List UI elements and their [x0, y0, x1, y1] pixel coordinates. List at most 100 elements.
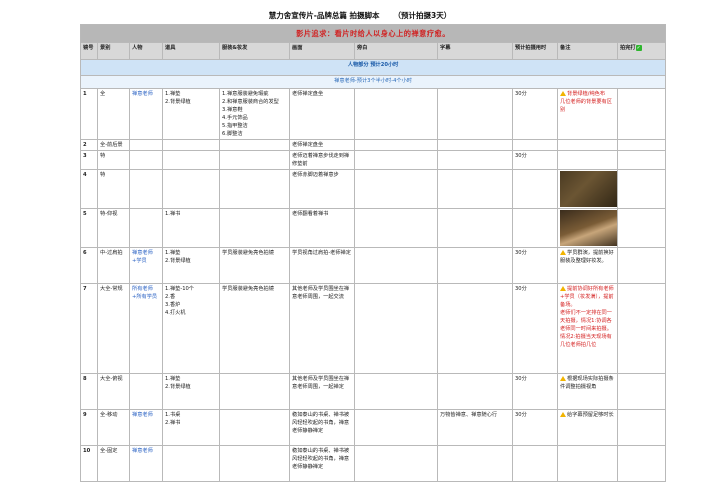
header-cell: 人物 [129, 42, 163, 60]
cell-done[interactable] [616, 283, 667, 374]
cell-note: 根据现场实际拍摄条件调整拍摄视角 [557, 373, 618, 410]
title-text: 慧力舍宣传片-品牌总篇 拍摄脚本 [268, 11, 380, 20]
cell-vo [354, 445, 438, 482]
table-row: 3 特 老师迈着禅意步伐走到禅修垫前 30分 [80, 150, 667, 170]
cell-props: 1.禅书 [162, 208, 220, 248]
table-row: 10 全-固定 禅意老师 稳如泰山的书桌、禅书被风轻轻吹起的书角，禅意老师静静禅定 [80, 445, 667, 482]
cell-shot: 全 [97, 88, 130, 140]
cell-vo [354, 373, 438, 410]
cell-props [162, 445, 220, 482]
cell-props [162, 139, 220, 151]
cell-sub [437, 373, 513, 410]
cell-scene: 老师禅定盘坐 [289, 88, 355, 140]
cell-sub [437, 283, 513, 374]
cell-shot: 全-移动 [97, 409, 130, 446]
header-row: 镜号 景别 人物 道具 服装&妆发 画面 旁白 字幕 预计拍摄用时 备注 拍完打… [80, 42, 667, 60]
table-row: 9 全-移动 禅意老师 1.书桌 2.禅书 稳如泰山的书桌、禅书被风轻轻吹起的书角，禅意老… [80, 409, 667, 446]
cell-note: 提前协调好所有老师+学员（妆发满），提前备场。 老师们不一定排在同一天拍摄，情况1… [557, 283, 618, 374]
cell-note [557, 208, 618, 248]
table-row: 2 全-前后景 老师禅定盘坐 [80, 139, 667, 151]
cell-sub: 万物皆禅意、禅意随心行 [437, 409, 513, 446]
cell-time [512, 139, 558, 151]
cell-time: 30分 [512, 409, 558, 446]
subsection-title: 禅意老师-预计3个半小时-4个小时 [79, 75, 667, 89]
cell-vo [354, 139, 438, 151]
cell-time [512, 445, 558, 482]
cell-props: 1.禅垫 2.背景绿植 [162, 88, 220, 140]
table-row: 6 中-过肩拍 禅意老师+学员 1.禅垫 2.背景绿植 学员服装避免亮色拍镜 学员视角过肩拍… [80, 247, 667, 284]
cell-time: 30分 [512, 373, 558, 410]
cell-vo [354, 208, 438, 248]
cell-sub [437, 445, 513, 482]
header-cell: 服装&妆发 [219, 42, 290, 60]
header-cell-done: 拍完打✓ [616, 42, 667, 60]
warning-icon [560, 91, 566, 96]
cell-time: 30分 [512, 283, 558, 374]
warning-icon [560, 412, 566, 417]
cell-done[interactable] [616, 445, 667, 482]
cell-scene: 老师翻看着禅书 [289, 208, 355, 248]
cell-props: 1.禅垫 2.背景绿植 [162, 373, 220, 410]
cell-done[interactable] [616, 373, 667, 410]
cell-person [129, 150, 163, 170]
cell-shot: 全-前后景 [97, 139, 130, 151]
cell-done[interactable] [616, 150, 667, 170]
header-cell: 画面 [289, 42, 355, 60]
cell-sub [437, 208, 513, 248]
cell-done[interactable] [616, 208, 667, 248]
header-cell: 镜号 [80, 42, 98, 60]
cell-shot: 大全-常规 [97, 283, 130, 374]
cell-costume: 学员服装避免亮色拍镜 [219, 247, 290, 284]
cell-done[interactable] [616, 409, 667, 446]
cell-no: 6 [80, 247, 98, 284]
table-row: 1 全禅意老师 1.禅垫 2.背景绿植 1.禅意服装避免瑕疵 2.和禅意服装商合的发型 3.… [80, 88, 667, 140]
cell-props: 1.禅垫-10个 2.香 3.香炉 4.打火机 [162, 283, 220, 374]
cell-no: 5 [80, 208, 98, 248]
cell-costume [219, 409, 290, 446]
cell-scene: 其他老师及学员围坐在禅意老师周围，一起交流 [289, 283, 355, 374]
cell-note [557, 169, 618, 209]
cell-done[interactable] [616, 247, 667, 284]
cell-time: 30分 [512, 150, 558, 170]
cell-sub [437, 169, 513, 209]
cell-no: 9 [80, 409, 98, 446]
cell-person: 禅意老师 [129, 409, 163, 446]
cell-done[interactable] [616, 139, 667, 151]
cell-shot: 全-固定 [97, 445, 130, 482]
warning-icon [560, 250, 566, 255]
cell-person: 禅意老师 [129, 88, 163, 140]
header-cell: 景别 [97, 42, 130, 60]
cell-props: 1.禅垫 2.背景绿植 [162, 247, 220, 284]
cell-sub [437, 139, 513, 151]
cell-sub [437, 88, 513, 140]
page: 慧力舍宣传片-品牌总篇 拍摄脚本 （预计拍摄3天） 影片追求：看片时给人以身心上的… [0, 0, 720, 482]
cell-shot: 特 [97, 169, 130, 209]
header-cell: 备注 [557, 42, 618, 60]
script-table: 影片追求：看片时给人以身心上的禅意疗愈。 镜号 景别 人物 道具 服装&妆发 画… [79, 24, 667, 482]
cell-time [512, 208, 558, 248]
reference-photo [560, 171, 617, 207]
cell-done[interactable] [616, 169, 667, 209]
subsection-row: 禅意老师-预计3个半小时-4个小时 [79, 75, 667, 89]
cell-person [129, 208, 163, 248]
cell-props [162, 169, 220, 209]
cell-costume [219, 373, 290, 410]
cell-person [129, 169, 163, 209]
header-cell: 旁白 [354, 42, 438, 60]
document-title: 慧力舍宣传片-品牌总篇 拍摄脚本 （预计拍摄3天） [0, 10, 720, 21]
cell-vo [354, 409, 438, 446]
cell-done[interactable] [616, 88, 667, 140]
table-row: 8 大全-俯视 1.禅垫 2.背景绿植 其他老师及学员围坐在禅意老师周围，一起禅定 30分… [80, 373, 667, 410]
section-title: 人物部分 预计20小时 [79, 59, 667, 76]
title-subtitle: （预计拍摄3天） [393, 11, 452, 20]
cell-time: 30分 [512, 247, 558, 284]
cell-costume [219, 150, 290, 170]
cell-time [512, 169, 558, 209]
cell-vo [354, 88, 438, 140]
section-row: 人物部分 预计20小时 [79, 59, 667, 76]
cell-scene: 老师赤脚迈着禅意步 [289, 169, 355, 209]
cell-no: 2 [80, 139, 98, 151]
cell-note: 背景绿植/纯色布 几位老师的背景要有区别 [557, 88, 618, 140]
cell-sub [437, 247, 513, 284]
cell-vo [354, 169, 438, 209]
